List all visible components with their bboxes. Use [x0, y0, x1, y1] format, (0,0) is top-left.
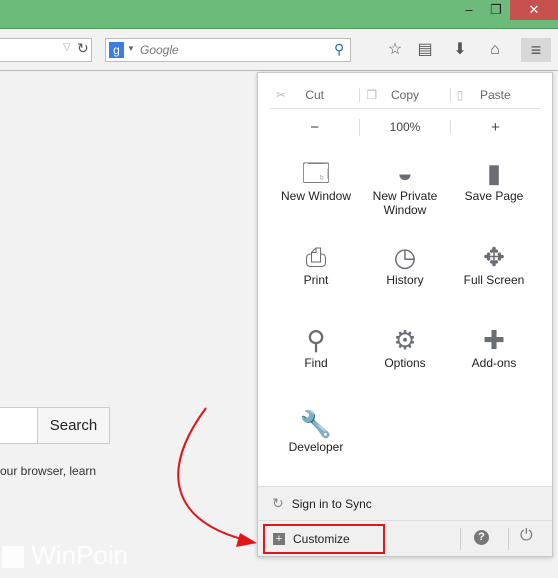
- paste-button[interactable]: ▯ Paste: [451, 88, 540, 102]
- menu-footer: ↻ Sign in to Sync + Customize ? ⏻: [258, 486, 552, 556]
- new-window-button[interactable]: 🗔 New Window: [271, 157, 361, 203]
- zoom-in-button[interactable]: +: [451, 119, 540, 136]
- customize-row: + Customize ? ⏻: [258, 522, 552, 556]
- zoom-out-button[interactable]: −: [270, 118, 361, 136]
- find-button[interactable]: ⚲ Find: [271, 324, 361, 370]
- gear-icon: ⚙: [393, 325, 417, 355]
- page-icon: ▮: [486, 158, 502, 188]
- window-icon: 🗔: [301, 158, 331, 188]
- copy-button[interactable]: ❐ Copy: [360, 87, 451, 102]
- edit-controls: ✂ Cut ❐ Copy ▯ Paste: [270, 81, 540, 109]
- clock-icon: ◷: [393, 242, 417, 272]
- cut-button[interactable]: ✂ Cut: [270, 87, 361, 102]
- help-icon[interactable]: ?: [474, 530, 489, 545]
- save-page-button[interactable]: ▮ Save Page: [449, 157, 539, 203]
- fullscreen-icon: ✥: [483, 242, 505, 272]
- printer-icon: ⎙: [305, 242, 327, 272]
- magnifier-icon: ⚲: [306, 325, 326, 355]
- customize-button[interactable]: + Customize: [263, 524, 385, 554]
- power-icon[interactable]: ⏻: [520, 527, 533, 545]
- zoom-reset-button[interactable]: 100%: [360, 120, 451, 134]
- wrench-icon: 🔧: [299, 409, 333, 439]
- puzzle-icon: ✚: [483, 325, 505, 355]
- add-ons-button[interactable]: ✚ Add-ons: [449, 324, 539, 370]
- zoom-controls: − 100% +: [270, 113, 540, 141]
- developer-button[interactable]: 🔧 Developer: [271, 408, 361, 454]
- sync-icon: ↻: [272, 495, 284, 511]
- app-menu-panel: ✂ Cut ❐ Copy ▯ Paste − 100% + 🗔 New Window ◒…: [257, 72, 553, 557]
- full-screen-button[interactable]: ✥ Full Screen: [449, 241, 539, 287]
- new-private-window-button[interactable]: ◒ New Private Window: [360, 157, 450, 217]
- mask-icon: ◒: [397, 158, 413, 188]
- plus-icon: +: [273, 533, 285, 545]
- history-button[interactable]: ◷ History: [360, 241, 450, 287]
- print-button[interactable]: ⎙ Print: [271, 241, 361, 287]
- options-button[interactable]: ⚙ Options: [360, 324, 450, 370]
- sync-button[interactable]: ↻ Sign in to Sync: [258, 487, 552, 521]
